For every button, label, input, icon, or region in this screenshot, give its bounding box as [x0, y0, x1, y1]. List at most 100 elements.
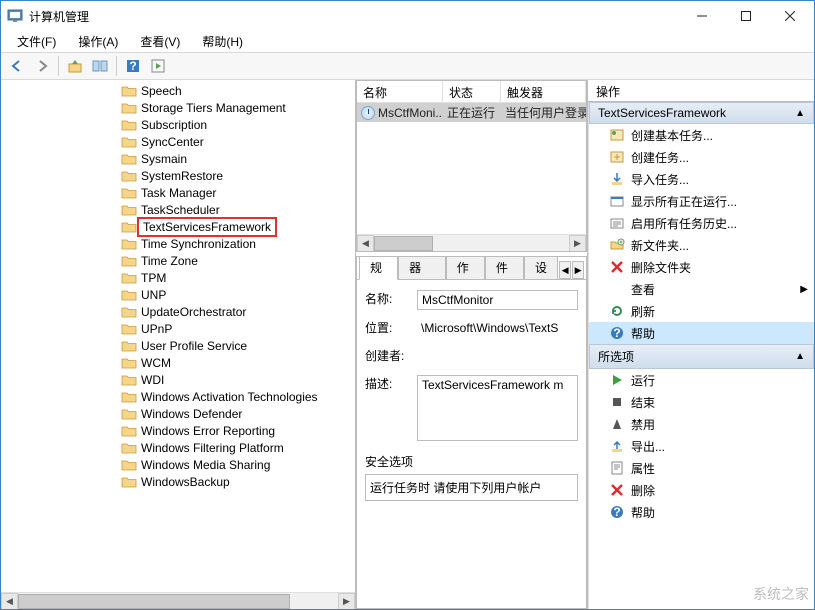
action-export[interactable]: 导出...: [589, 435, 814, 457]
tree-item-windows-activation-technologies[interactable]: Windows Activation Technologies: [1, 388, 355, 405]
maximize-button[interactable]: [724, 2, 768, 30]
up-button[interactable]: [63, 55, 87, 77]
tab-general[interactable]: 常规: [359, 256, 398, 280]
tree-item-label: TextServicesFramework: [137, 217, 277, 237]
tab-actions[interactable]: 操作: [446, 256, 485, 279]
tree-item-sysmain[interactable]: Sysmain: [1, 150, 355, 167]
action-delete-folder[interactable]: 删除文件夹: [589, 256, 814, 278]
tree-item-unp[interactable]: UNP: [1, 286, 355, 303]
tree-item-label: User Profile Service: [141, 339, 247, 353]
col-status[interactable]: 状态: [443, 81, 501, 102]
tree-item-updateorchestrator[interactable]: UpdateOrchestrator: [1, 303, 355, 320]
svg-text:?: ?: [129, 59, 136, 73]
scroll-right-arrow[interactable]: ▶: [338, 593, 355, 610]
tree-item-label: Windows Defender: [141, 407, 242, 421]
task-list-header: 名称 状态 触发器: [357, 81, 586, 103]
col-name[interactable]: 名称: [357, 81, 443, 102]
show-hide-button[interactable]: [88, 55, 112, 77]
tree-item-windows-media-sharing[interactable]: Windows Media Sharing: [1, 456, 355, 473]
action-import[interactable]: 导入任务...: [589, 168, 814, 190]
tree-item-textservicesframework[interactable]: TextServicesFramework: [1, 218, 355, 235]
action-enable-history[interactable]: 启用所有任务历史...: [589, 212, 814, 234]
actions-pane: 操作 TextServicesFramework ▲ 创建基本任务...创建任务…: [588, 80, 814, 609]
tab-conditions[interactable]: 条件: [485, 256, 524, 279]
tree-item-windows-filtering-platform[interactable]: Windows Filtering Platform: [1, 439, 355, 456]
action-delete[interactable]: 删除: [589, 479, 814, 501]
action-help[interactable]: ?帮助: [589, 501, 814, 523]
tree-scroll[interactable]: SpeechStorage Tiers Management Subscripti…: [1, 80, 355, 592]
window-title: 计算机管理: [29, 8, 680, 25]
tree-item-systemrestore[interactable]: SystemRestore: [1, 167, 355, 184]
tree-item-label: Windows Error Reporting: [141, 424, 275, 438]
task-list: 名称 状态 触发器 MsCtfMoni...正在运行当任何用户登录 ◀ ▶: [356, 80, 587, 252]
tree-item-label: TPM: [141, 271, 166, 285]
action-refresh[interactable]: 刷新: [589, 300, 814, 322]
location-label: 位置:: [365, 319, 417, 336]
tree-item-label: Task Manager: [141, 186, 216, 200]
action-view[interactable]: 查看▶: [589, 278, 814, 300]
menu-view[interactable]: 查看(V): [130, 31, 190, 52]
tree-item-time-synchronization[interactable]: Time Synchronization: [1, 235, 355, 252]
action-label: 刷新: [631, 303, 655, 320]
tree-item-tpm[interactable]: TPM: [1, 269, 355, 286]
tree-item-wdi[interactable]: WDI: [1, 371, 355, 388]
forward-button[interactable]: [30, 55, 54, 77]
scroll-left-arrow[interactable]: ◀: [1, 593, 18, 610]
help-icon: ?: [609, 504, 625, 520]
tree-item-taskscheduler[interactable]: TaskScheduler: [1, 201, 355, 218]
folder-icon: [121, 322, 137, 336]
tree-item-label: Subscription: [141, 118, 207, 132]
menu-help[interactable]: 帮助(H): [192, 31, 253, 52]
tree-item-windows-error-reporting[interactable]: Windows Error Reporting: [1, 422, 355, 439]
tree-item-speech[interactable]: Speech: [1, 82, 355, 99]
action-properties[interactable]: 属性: [589, 457, 814, 479]
action-task-create[interactable]: 创建任务...: [589, 146, 814, 168]
tree-item-windowsbackup[interactable]: WindowsBackup: [1, 473, 355, 490]
tree-hscrollbar[interactable]: ◀ ▶: [1, 592, 355, 609]
folder-icon: [121, 84, 137, 98]
action-label: 属性: [631, 460, 655, 477]
minimize-button[interactable]: [680, 2, 724, 30]
task-list-body: MsCtfMoni...正在运行当任何用户登录: [357, 103, 586, 234]
tree-item-label: Time Synchronization: [141, 237, 256, 251]
tasklist-hscrollbar[interactable]: ◀ ▶: [357, 234, 586, 251]
action-label: 导出...: [631, 438, 665, 455]
action-group-selected[interactable]: 所选项 ▲: [589, 344, 814, 369]
col-trigger[interactable]: 触发器: [501, 81, 586, 102]
menu-action[interactable]: 操作(A): [68, 31, 128, 52]
action-help[interactable]: ?帮助: [589, 322, 814, 344]
tab-nav-right[interactable]: ▶: [572, 261, 584, 279]
detail-body: 名称: MsCtfMonitor 位置: \Microsoft\Windows\…: [357, 280, 586, 608]
tree-item-windows-defender[interactable]: Windows Defender: [1, 405, 355, 422]
tree-item-user-profile-service[interactable]: User Profile Service: [1, 337, 355, 354]
name-field[interactable]: MsCtfMonitor: [417, 290, 578, 310]
back-button[interactable]: [5, 55, 29, 77]
action-task-basic[interactable]: 创建基本任务...: [589, 124, 814, 146]
action-run[interactable]: 运行: [589, 369, 814, 391]
folder-icon: [121, 118, 137, 132]
tree-item-storage-tiers-management[interactable]: Storage Tiers Management: [1, 99, 355, 116]
action-end[interactable]: 结束: [589, 391, 814, 413]
tree-item-label: WCM: [141, 356, 171, 370]
action-disable[interactable]: 禁用: [589, 413, 814, 435]
tree-item-task-manager[interactable]: Task Manager: [1, 184, 355, 201]
action-show-running[interactable]: 显示所有正在运行...: [589, 190, 814, 212]
run-button[interactable]: [146, 55, 170, 77]
desc-field[interactable]: TextServicesFramework m: [417, 375, 578, 441]
tab-nav-left[interactable]: ◀: [559, 261, 571, 279]
tree-item-subscription[interactable]: Subscription: [1, 116, 355, 133]
close-button[interactable]: [768, 2, 812, 30]
help-button[interactable]: ?: [121, 55, 145, 77]
action-group-textservices[interactable]: TextServicesFramework ▲: [589, 102, 814, 124]
tree-item-wcm[interactable]: WCM: [1, 354, 355, 371]
menu-file[interactable]: 文件(F): [7, 31, 66, 52]
tree-item-synccenter[interactable]: SyncCenter: [1, 133, 355, 150]
action-label: 帮助: [631, 325, 655, 342]
tree-item-time-zone[interactable]: Time Zone: [1, 252, 355, 269]
tab-triggers[interactable]: 触发器: [398, 256, 446, 279]
task-row[interactable]: MsCtfMoni...正在运行当任何用户登录: [357, 103, 586, 122]
toolbar: ?: [1, 52, 814, 80]
action-new-folder[interactable]: 新文件夹...: [589, 234, 814, 256]
tree-item-upnp[interactable]: UPnP: [1, 320, 355, 337]
tab-settings[interactable]: 设: [524, 256, 558, 279]
